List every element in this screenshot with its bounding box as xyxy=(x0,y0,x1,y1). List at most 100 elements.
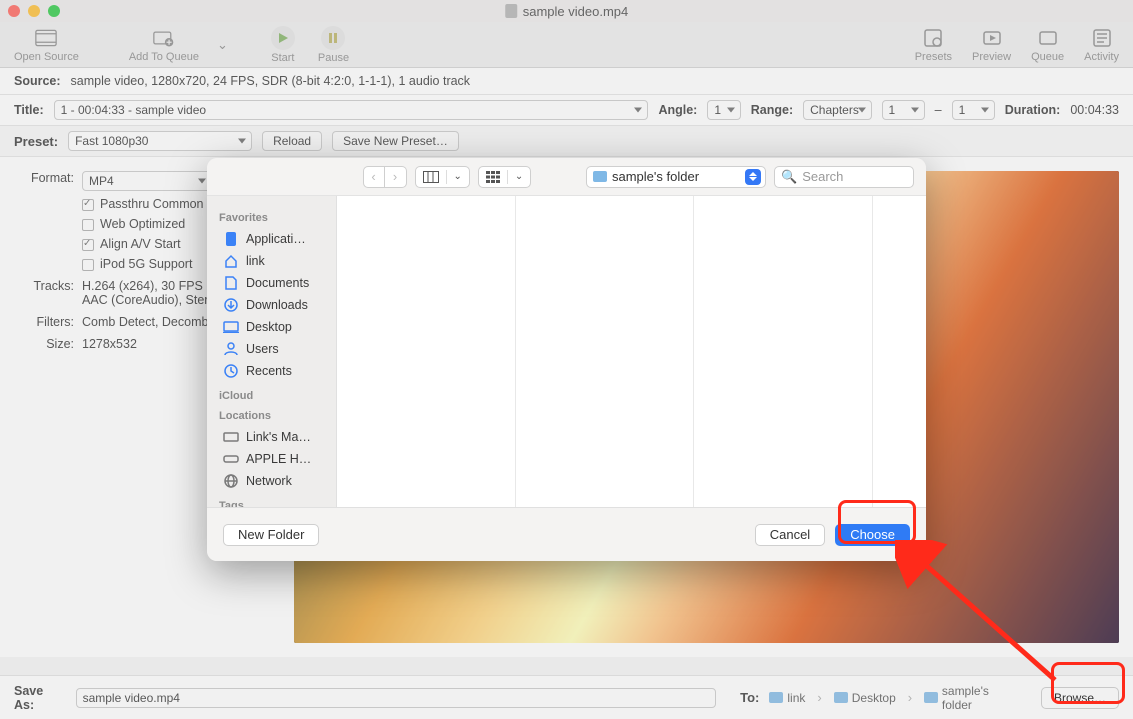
format-select[interactable]: MP4 xyxy=(82,171,212,191)
passthru-checkbox[interactable] xyxy=(82,199,94,211)
desktop-icon xyxy=(223,319,239,335)
search-field[interactable]: 🔍 Search xyxy=(774,166,914,188)
sidebar-item-downloads[interactable]: Downloads xyxy=(219,294,336,316)
save-new-preset-button[interactable]: Save New Preset… xyxy=(332,131,459,151)
folder-icon xyxy=(593,171,607,182)
folder-icon xyxy=(924,692,938,703)
grid-icon xyxy=(479,167,507,187)
window-title: sample video.mp4 xyxy=(523,4,629,19)
choose-button[interactable]: Choose xyxy=(835,524,910,546)
new-folder-button[interactable]: New Folder xyxy=(223,524,319,546)
chevron-left-icon: ‹ xyxy=(371,169,375,184)
locations-header: Locations xyxy=(219,410,336,422)
bottom-bar: Save As: To: link› Desktop› sample's fol… xyxy=(0,675,1133,719)
cancel-button[interactable]: Cancel xyxy=(755,524,825,546)
view-grid-toggle[interactable]: ⌄ xyxy=(478,166,531,188)
angle-select[interactable]: 1 xyxy=(707,100,740,120)
main-toolbar: Open Source Add To Queue ⌄ Start Pause P… xyxy=(0,22,1133,68)
path-seg-0[interactable]: link xyxy=(769,691,805,705)
path-seg-1[interactable]: Desktop xyxy=(834,691,896,705)
browse-button[interactable]: Browse… xyxy=(1041,687,1119,709)
search-placeholder: Search xyxy=(802,169,843,184)
add-to-queue-button[interactable]: Add To Queue xyxy=(119,25,209,65)
size-label: Size: xyxy=(14,337,74,351)
close-window[interactable] xyxy=(8,5,20,17)
chevron-down-icon: ⌄ xyxy=(508,167,530,187)
users-icon xyxy=(223,341,239,357)
range-label: Range: xyxy=(751,103,793,117)
nav-back-button[interactable]: ‹ xyxy=(363,166,385,188)
pause-button[interactable]: Pause xyxy=(308,24,359,66)
presets-icon xyxy=(922,27,944,49)
activity-icon xyxy=(1091,27,1113,49)
chevron-down-icon: ⌄ xyxy=(447,167,469,187)
reload-button[interactable]: Reload xyxy=(262,131,322,151)
title-label: Title: xyxy=(14,103,44,117)
source-bar: Source: sample video, 1280x720, 24 FPS, … xyxy=(0,68,1133,95)
folder-icon xyxy=(769,692,783,703)
zoom-window[interactable] xyxy=(48,5,60,17)
play-icon xyxy=(271,26,295,50)
ipod-checkbox[interactable] xyxy=(82,259,94,271)
range-sep: – xyxy=(935,103,942,117)
to-label: To: xyxy=(740,690,759,705)
favorites-header: Favorites xyxy=(219,212,336,224)
location-popup[interactable]: sample's folder xyxy=(586,166,766,188)
queue-button[interactable]: Queue xyxy=(1021,25,1074,65)
pause-icon xyxy=(321,26,345,50)
sidebar-item-documents[interactable]: Documents xyxy=(219,272,336,294)
duration-label: Duration: xyxy=(1005,103,1061,117)
sidebar-item-apple-hd[interactable]: APPLE H… xyxy=(219,448,336,470)
source-label: Source: xyxy=(14,74,61,88)
range-from-select[interactable]: 1 xyxy=(882,100,925,120)
view-columns-toggle[interactable]: ⌄ xyxy=(415,166,470,188)
web-optimized-checkbox[interactable] xyxy=(82,219,94,231)
computer-icon xyxy=(223,429,239,445)
sidebar-item-links-mac[interactable]: Link's Ma… xyxy=(219,426,336,448)
sheet-bottom-bar: New Folder Cancel Choose xyxy=(207,507,926,561)
location-label: sample's folder xyxy=(612,169,740,184)
search-icon: 🔍 xyxy=(781,169,797,185)
sidebar-item-link[interactable]: link xyxy=(219,250,336,272)
preset-label: Preset: xyxy=(14,134,58,149)
title-select[interactable]: 1 - 00:04:33 - sample video xyxy=(54,100,649,120)
column-1 xyxy=(516,196,695,507)
path-seg-2[interactable]: sample's folder xyxy=(924,684,1021,712)
format-label: Format: xyxy=(14,171,74,191)
tags-header: Tags xyxy=(219,500,336,507)
filters-label: Filters: xyxy=(14,315,74,329)
activity-button[interactable]: Activity xyxy=(1074,25,1129,65)
column-3 xyxy=(873,196,926,507)
sidebar-item-recents[interactable]: Recents xyxy=(219,360,336,382)
sheet-sidebar: Favorites Applicati… link Documents Down… xyxy=(207,196,337,507)
queue-menu-chevron-icon[interactable]: ⌄ xyxy=(217,37,228,53)
film-icon xyxy=(35,27,57,49)
range-to-select[interactable]: 1 xyxy=(952,100,995,120)
start-button[interactable]: Start xyxy=(258,24,308,66)
sheet-toolbar: ‹ › ⌄ ⌄ sample's folder 🔍 Search xyxy=(207,158,926,196)
preview-button[interactable]: Preview xyxy=(962,25,1021,65)
range-type-select[interactable]: Chapters xyxy=(803,100,871,120)
sidebar-item-network[interactable]: Network xyxy=(219,470,336,492)
size-value: 1278x532 xyxy=(82,337,137,351)
sidebar-item-users[interactable]: Users xyxy=(219,338,336,360)
preview-icon xyxy=(981,27,1003,49)
preset-select[interactable]: Fast 1080p30 xyxy=(68,131,252,151)
queue-icon xyxy=(1037,27,1059,49)
sidebar-item-applications[interactable]: Applicati… xyxy=(219,228,336,250)
minimize-window[interactable] xyxy=(28,5,40,17)
open-source-button[interactable]: Open Source xyxy=(4,25,89,65)
preset-row: Preset: Fast 1080p30 Reload Save New Pre… xyxy=(0,126,1133,157)
columns-icon xyxy=(416,167,446,187)
network-icon xyxy=(223,473,239,489)
nav-forward-button[interactable]: › xyxy=(385,166,407,188)
presets-button[interactable]: Presets xyxy=(905,25,962,65)
column-browser[interactable] xyxy=(337,196,926,507)
choose-folder-sheet: ‹ › ⌄ ⌄ sample's folder 🔍 Search Favorit… xyxy=(207,158,926,561)
save-as-label: Save As: xyxy=(14,684,66,712)
align-av-checkbox[interactable] xyxy=(82,239,94,251)
save-as-field[interactable] xyxy=(76,688,717,708)
downloads-icon xyxy=(223,297,239,313)
sidebar-item-desktop[interactable]: Desktop xyxy=(219,316,336,338)
window-titlebar: sample video.mp4 xyxy=(0,0,1133,22)
